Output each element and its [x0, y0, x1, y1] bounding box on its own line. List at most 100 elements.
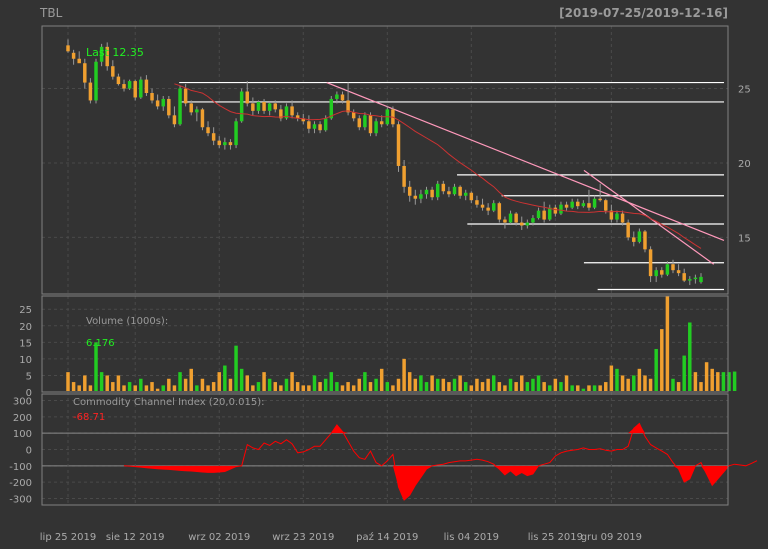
candle-body [491, 203, 496, 211]
volume-bar [536, 375, 541, 391]
candle-body [542, 210, 546, 220]
candle-body [626, 222, 630, 238]
volume-bar [368, 382, 373, 391]
volume-bar [267, 378, 272, 391]
candle-body [374, 121, 378, 134]
volume-bar [564, 375, 569, 391]
volume-bar [688, 322, 692, 391]
volume-bar [463, 382, 468, 391]
volume-bar [273, 382, 278, 391]
candle-body [632, 237, 636, 242]
volume-bar [525, 382, 530, 391]
candle-body [497, 203, 502, 220]
candles [66, 39, 703, 286]
candle-body [116, 76, 121, 85]
volume-tick-label: 25 [19, 305, 32, 316]
volume-bar [211, 382, 216, 391]
candle-body [323, 118, 328, 131]
price-tick-label: 25 [738, 85, 751, 96]
candle-body [514, 213, 518, 223]
volume-bar [704, 362, 709, 391]
cci-tick-label: -200 [9, 478, 32, 489]
candle-body [66, 45, 70, 52]
candle-body [368, 115, 373, 134]
volume-bar [710, 368, 714, 391]
candle-body [581, 203, 586, 207]
horizontal-lines [179, 81, 724, 291]
candle-body [94, 61, 98, 101]
candle-body [458, 186, 462, 196]
candle-body [598, 198, 602, 201]
volume-bar [435, 378, 440, 391]
candle-body [525, 222, 530, 226]
volume-bar [105, 375, 109, 391]
x-tick-label: wrz 23 2019 [272, 532, 334, 543]
candle-body [290, 106, 294, 116]
volume-bar [626, 378, 630, 391]
candle-body [570, 201, 574, 208]
volume-bar [301, 385, 306, 391]
volume-bar [363, 372, 367, 391]
candle-body [273, 103, 278, 110]
volume-bar [167, 378, 171, 391]
candle-body [239, 91, 244, 122]
price-panel-border [41, 25, 729, 295]
volume-last-value: 6.176 [86, 338, 115, 349]
volume-bar [480, 382, 485, 391]
cci-tick-label: 200 [13, 413, 32, 424]
candle-body [564, 204, 569, 208]
candle-body [452, 186, 457, 195]
cci-label: Commodity Channel Index (20,0.015): [73, 397, 265, 408]
date-range: [2019-07-25/2019-12-16] [559, 6, 728, 20]
volume-bars [66, 296, 737, 391]
volume-bar [340, 385, 345, 391]
candle-body [553, 207, 558, 214]
candle-body [407, 186, 412, 196]
candle-body [402, 165, 406, 187]
candle-body [144, 79, 149, 93]
volume-bar [150, 382, 154, 391]
volume-bar [251, 385, 255, 391]
volume-bar [77, 385, 81, 391]
volume-bar [379, 368, 384, 391]
volume-bar [200, 378, 205, 391]
volume-bar [491, 375, 496, 391]
candle-body [688, 279, 692, 281]
volume-bar [312, 375, 317, 391]
candle-body [576, 201, 580, 207]
volume-bar [716, 372, 720, 391]
volume-bar [262, 372, 266, 391]
candle-body [111, 66, 115, 77]
volume-bar [385, 382, 390, 391]
volume-bar [447, 382, 451, 391]
volume-bar [581, 388, 586, 391]
candle-body [615, 213, 619, 220]
volume-bar [99, 372, 104, 391]
volume-bar [346, 382, 350, 391]
volume-bar [374, 378, 378, 391]
cci-tick-label: 300 [13, 397, 32, 408]
candle-body [486, 207, 490, 211]
candle-body [77, 58, 81, 64]
volume-bar [290, 372, 294, 391]
volume-bar [189, 368, 193, 391]
candle-body [363, 115, 367, 128]
volume-bar [424, 382, 429, 391]
candle-body [335, 94, 339, 99]
tick-labels: 1520250510152025-300-200-1000100200300li… [9, 85, 750, 543]
x-tick-label: paź 14 2019 [356, 531, 418, 543]
candle-body [693, 277, 698, 280]
candle-body [379, 121, 384, 125]
volume-bar [514, 382, 518, 391]
volume-bar [155, 388, 160, 391]
volume-bar [133, 385, 137, 391]
volume-bar [307, 385, 311, 391]
volume-bar [609, 365, 614, 391]
cci-tick-label: 100 [13, 429, 32, 440]
candle-body [654, 270, 658, 277]
volume-panel-border [41, 295, 729, 393]
candle-body [234, 121, 238, 146]
last-price-label: Last 12.35 [86, 46, 144, 59]
candle-body [536, 210, 541, 219]
volume-bar [122, 385, 126, 391]
